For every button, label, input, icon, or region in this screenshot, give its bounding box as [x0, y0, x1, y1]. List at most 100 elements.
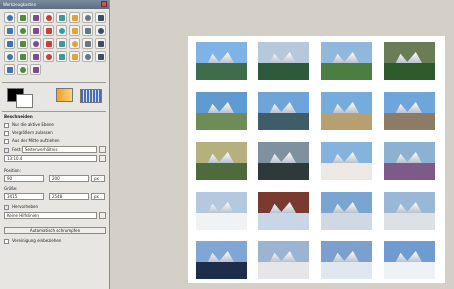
thumb-ground: [196, 162, 247, 180]
size-width-field[interactable]: 3415: [4, 193, 44, 200]
position-y-field[interactable]: 200: [49, 175, 89, 182]
blur-icon[interactable]: [17, 64, 28, 75]
color-picker-icon[interactable]: [4, 25, 15, 36]
move-icon-glyph: [46, 28, 52, 34]
paths-icon-glyph: [98, 15, 104, 21]
zoom-icon-glyph: [20, 28, 26, 34]
lasso-icon[interactable]: [30, 12, 41, 23]
thumb-17: [196, 241, 247, 279]
auto-shrink-button[interactable]: Automatisch schrumpfen: [4, 227, 106, 234]
chevron-down-icon[interactable]: [99, 212, 106, 219]
text-icon[interactable]: [56, 38, 67, 49]
fixed-row[interactable]: Fest:: [4, 146, 22, 153]
size-unit-select[interactable]: px: [91, 193, 105, 200]
thumb-ground: [196, 212, 247, 230]
option-allow-growing[interactable]: Vergrößern zulassen: [4, 129, 53, 136]
thumb-ground: [258, 162, 309, 180]
checkbox[interactable]: [4, 138, 9, 144]
scissors-icon[interactable]: [69, 12, 80, 23]
separator: [2, 82, 106, 83]
shear-icon[interactable]: [4, 38, 15, 49]
flip-icon[interactable]: [30, 38, 41, 49]
measure-icon[interactable]: [30, 25, 41, 36]
crop-icon[interactable]: [69, 25, 80, 36]
chevron-down-icon[interactable]: [99, 146, 106, 153]
fixed-mode-select[interactable]: Seitenverhältnis: [22, 146, 97, 153]
thumb-ground: [321, 162, 372, 180]
lasso-icon-glyph: [33, 15, 39, 21]
thumb-ground: [258, 212, 309, 230]
zoom-icon[interactable]: [17, 25, 28, 36]
image-canvas[interactable]: [111, 0, 454, 289]
checkbox[interactable]: [4, 204, 9, 210]
tool-grid: [4, 12, 108, 76]
airbrush-icon[interactable]: [30, 51, 41, 62]
thumb-12: [384, 142, 435, 180]
guides-select[interactable]: Keine Hilfslinien: [4, 212, 97, 219]
size-height-field[interactable]: 2548: [49, 193, 89, 200]
background-color-swatch[interactable]: [16, 94, 33, 108]
thumb-ground: [321, 212, 372, 230]
thumb-ground: [384, 212, 435, 230]
thumb-5: [196, 92, 247, 130]
close-icon[interactable]: [101, 1, 107, 7]
checkbox[interactable]: [4, 130, 9, 136]
extra-tool-icon-glyph: [33, 67, 39, 73]
pattern-swatch[interactable]: [80, 89, 102, 103]
highlight-option[interactable]: Hervorheben: [4, 203, 38, 210]
color-select-icon[interactable]: [56, 12, 67, 23]
foreground-select-icon[interactable]: [82, 12, 93, 23]
merge-option[interactable]: Vereinigung einbeziehen: [4, 237, 61, 244]
smudge-icon[interactable]: [95, 51, 106, 62]
position-unit-select[interactable]: px: [91, 175, 105, 182]
shear-icon-glyph: [7, 41, 13, 47]
toolbox-title: Werkzeugkasten: [3, 2, 37, 7]
thumb-1: [196, 42, 247, 80]
ellipse-select-icon-glyph: [20, 15, 26, 21]
photo-sheet: [188, 36, 445, 283]
rotate-icon[interactable]: [82, 25, 93, 36]
fuzzy-select-icon[interactable]: [43, 12, 54, 23]
ellipse-select-icon[interactable]: [17, 12, 28, 23]
thumb-ground: [384, 62, 435, 80]
ink-icon[interactable]: [43, 51, 54, 62]
perspective-icon[interactable]: [17, 38, 28, 49]
position-x-field[interactable]: 90: [4, 175, 44, 182]
dodge-burn-icon[interactable]: [4, 64, 15, 75]
option-from-center[interactable]: Aus der Mitte aufziehen: [4, 137, 60, 144]
thumb-ground: [384, 162, 435, 180]
heal-icon[interactable]: [69, 51, 80, 62]
clone-icon[interactable]: [56, 51, 67, 62]
thumb-4: [384, 42, 435, 80]
thumb-ground: [258, 112, 309, 130]
checkbox[interactable]: [4, 122, 9, 128]
rect-select-icon[interactable]: [4, 12, 15, 23]
thumb-9: [196, 142, 247, 180]
thumb-7: [321, 92, 372, 130]
thumb-16: [384, 192, 435, 230]
brush-gradient-swatch[interactable]: [56, 88, 73, 102]
move-icon[interactable]: [43, 25, 54, 36]
checkbox[interactable]: [4, 147, 9, 153]
chevron-down-icon[interactable]: [99, 155, 106, 162]
ratio-field[interactable]: 13:10.4: [4, 155, 97, 162]
paintbrush-icon[interactable]: [4, 51, 15, 62]
scale-icon[interactable]: [95, 25, 106, 36]
cage-icon[interactable]: [43, 38, 54, 49]
checkbox[interactable]: [4, 238, 9, 244]
tool-options-title: Beschneiden: [4, 114, 33, 119]
blend-icon[interactable]: [82, 38, 93, 49]
pencil-icon[interactable]: [95, 38, 106, 49]
bucket-fill-icon[interactable]: [69, 38, 80, 49]
paths-icon[interactable]: [95, 12, 106, 23]
align-icon[interactable]: [56, 25, 67, 36]
perspective-clone-icon[interactable]: [82, 51, 93, 62]
bucket-fill-icon-glyph: [72, 41, 78, 47]
heal-icon-glyph: [72, 54, 78, 60]
flip-icon-glyph: [33, 41, 39, 47]
extra-tool-icon[interactable]: [30, 64, 41, 75]
separator: [2, 111, 106, 112]
option-active-layer[interactable]: Nur die aktive Ebene: [4, 121, 54, 128]
eraser-icon[interactable]: [17, 51, 28, 62]
thumb-3: [321, 42, 372, 80]
